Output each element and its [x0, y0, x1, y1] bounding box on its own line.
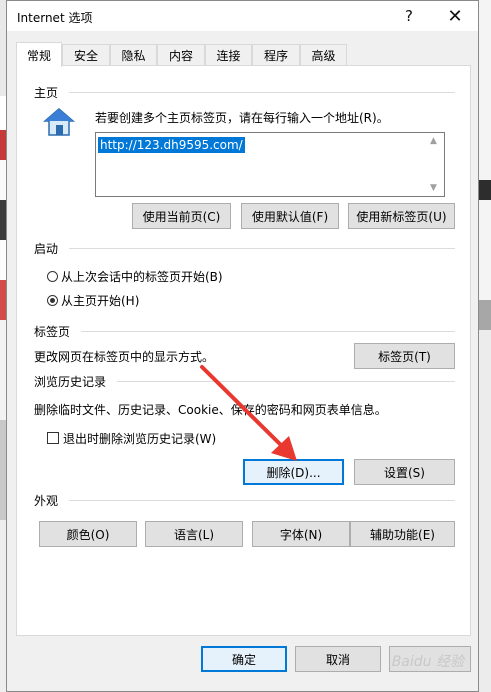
textarea-scrollbar[interactable]: ▲ ▼ — [427, 133, 444, 196]
cancel-button[interactable]: 取消 — [295, 646, 381, 672]
home-rule — [69, 92, 455, 93]
startup-last-session-label[interactable]: 从上次会话中的标签页开始(B) — [61, 268, 223, 285]
help-button[interactable]: ? — [386, 1, 432, 31]
history-section-label: 浏览历史记录 — [34, 373, 111, 390]
use-default-button[interactable]: 使用默认值(F) — [241, 203, 339, 229]
ok-button[interactable]: 确定 — [201, 646, 287, 672]
appearance-rule — [69, 500, 455, 501]
accessibility-button[interactable]: 辅助功能(E) — [350, 521, 455, 547]
home-url-text: http://123.dh9595.com/ — [98, 137, 245, 153]
use-new-tab-button[interactable]: 使用新标签页(U) — [348, 203, 455, 229]
tabs-section-label: 标签页 — [34, 323, 75, 340]
use-current-button[interactable]: 使用当前页(C) — [132, 203, 231, 229]
delete-on-exit-checkbox[interactable] — [47, 432, 59, 444]
appearance-section-label: 外观 — [34, 492, 63, 509]
tab-programs[interactable]: 程序 — [252, 44, 300, 65]
startup-home-label[interactable]: 从主页开始(H) — [61, 292, 139, 309]
tab-general[interactable]: 常规 — [16, 42, 62, 67]
annotation-arrow-icon — [200, 365, 297, 461]
history-settings-button[interactable]: 设置(S) — [354, 459, 455, 485]
home-icon — [43, 108, 75, 136]
home-section-label: 主页 — [34, 84, 63, 101]
background-window-right — [477, 0, 491, 692]
tab-content[interactable]: 内容 — [157, 44, 205, 65]
general-tab-panel: 主页 若要创建多个主页标签页，请在每行输入一个地址(R)。 http://123… — [16, 65, 471, 636]
startup-home-radio[interactable] — [47, 295, 58, 306]
startup-section-label: 启动 — [34, 240, 63, 257]
tabs-rule — [81, 331, 455, 332]
tab-connections[interactable]: 连接 — [205, 44, 252, 65]
startup-rule — [69, 248, 455, 249]
startup-last-session-radio[interactable] — [47, 271, 58, 282]
close-button[interactable]: ✕ — [432, 1, 478, 31]
tab-security[interactable]: 安全 — [62, 44, 110, 65]
baidu-watermark: Baidu 经验 — [391, 654, 464, 670]
scroll-down-icon[interactable]: ▼ — [430, 183, 437, 193]
title-bar: Internet 选项 ? ✕ — [7, 1, 478, 31]
tab-advanced[interactable]: 高级 — [300, 44, 347, 65]
internet-options-dialog: Internet 选项 ? ✕ 常规 安全 隐私 内容 连接 程序 高级 主页 … — [6, 0, 479, 692]
home-url-textarea[interactable]: http://123.dh9595.com/ ▲ ▼ — [95, 132, 445, 197]
home-instructions: 若要创建多个主页标签页，请在每行输入一个地址(R)。 — [95, 111, 389, 125]
tabs-button[interactable]: 标签页(T) — [354, 343, 455, 369]
scroll-up-icon[interactable]: ▲ — [430, 136, 437, 146]
delete-on-exit-label[interactable]: 退出时删除浏览历史记录(W) — [63, 430, 216, 447]
tabs-description: 更改网页在标签页中的显示方式。 — [34, 350, 215, 364]
tab-privacy[interactable]: 隐私 — [110, 44, 157, 65]
fonts-button[interactable]: 字体(N) — [252, 521, 350, 547]
colors-button[interactable]: 颜色(O) — [39, 521, 137, 547]
languages-button[interactable]: 语言(L) — [145, 521, 243, 547]
window-title: Internet 选项 — [17, 11, 93, 25]
